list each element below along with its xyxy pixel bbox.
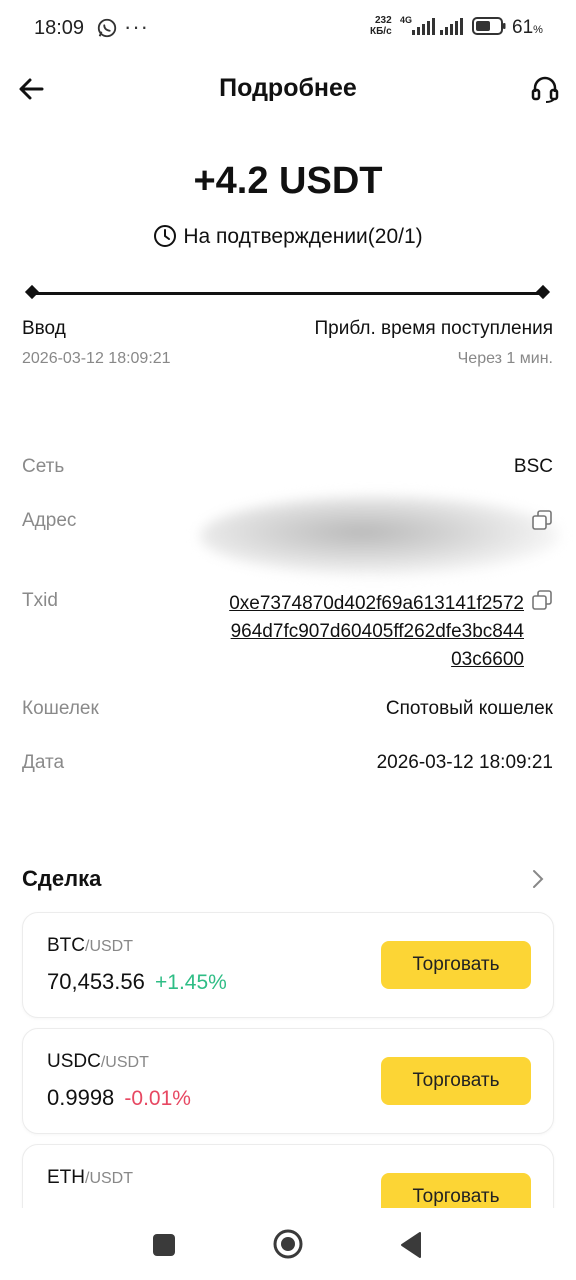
wallet-value: Спотовый кошелек [385,698,553,719]
more-notifications-icon: ··· [124,14,149,39]
pair-base: BTC [47,935,85,956]
pair-base: ETH [47,1167,85,1188]
signal-icon-2 [440,18,463,35]
pair-quote: /USDT [85,1170,133,1187]
clock-icon [154,225,177,247]
page-title: Подробнее [219,74,357,102]
whatsapp-icon [97,18,117,38]
pair-card-btc: BTC/USDT 70,453.56 +1.45% Торговать [22,912,554,1018]
net-speed-unit: КБ/с [370,26,392,37]
pair-price-row: 0.9998 -0.01% [47,1085,191,1111]
battery-icon [472,17,506,35]
status-time: 18:09 [34,17,85,39]
trade-button-usdc[interactable]: Торговать [381,1057,531,1105]
pair-quote: /USDT [85,938,133,955]
pair-name: ETH/USDT [47,1167,133,1189]
pair-price-row: 70,453.56 +1.45% [47,969,227,995]
progress-start-marker [24,284,40,300]
battery-percent-value: 61 [512,17,534,38]
home-icon[interactable] [272,1228,304,1260]
pair-price: 0.9998 [47,1085,115,1110]
date-label: Дата [22,752,65,773]
recents-icon[interactable] [153,1234,175,1256]
signal-icon [412,18,435,35]
trade-section-title: Сделка [22,866,102,891]
date-value: 2026-03-12 18:09:21 [376,752,553,773]
redacted-address [200,496,560,576]
pair-change: +1.45% [155,971,227,994]
network-label: Сеть [22,456,65,477]
wallet-label: Кошелек [22,698,99,719]
pair-card-usdc: USDC/USDT 0.9998 -0.01% Торговать [22,1028,554,1134]
progress-left-time: 2026-03-12 18:09:21 [22,350,171,367]
progress-right-time: Через 1 мин. [457,350,553,367]
back-triangle-icon[interactable] [398,1231,424,1259]
chevron-right-icon[interactable] [528,866,548,892]
pair-base: USDC [47,1051,101,1072]
copy-address-icon[interactable] [532,510,552,530]
progress-right-label: Прибл. время поступления [314,318,553,339]
address-label: Адрес [22,510,77,531]
headset-icon[interactable] [530,74,560,104]
pair-name: BTC/USDT [47,935,133,957]
network-type: 4G [400,15,413,25]
progress-left-label: Ввод [22,318,66,339]
pair-quote: /USDT [100,1054,149,1071]
pair-change: -0.01% [124,1087,191,1110]
battery-percent-unit: % [533,24,543,36]
pair-price: 70,453.56 [47,969,145,994]
status-bar: 18:09 ··· 232 КБ/с 4G 61% [0,0,576,56]
trade-button-btc[interactable]: Торговать [381,941,531,989]
net-speed: 232 КБ/с [370,15,392,37]
network-value: BSC [513,456,553,477]
txid-link[interactable]: 0xe7374870d402f69a613141f2572964d7fc907d… [224,590,524,674]
net-speed-value: 232 [374,15,392,26]
copy-txid-icon[interactable] [532,590,552,610]
txid-label: Txid [22,590,58,611]
battery-percent: 61% [512,17,543,39]
progress-end-marker [535,284,551,300]
pair-name: USDC/USDT [47,1051,149,1073]
status-text: На подтверждении(20/1) [183,225,423,248]
progress-track [32,292,544,295]
transaction-amount: +4.2 USDT [193,160,383,202]
transaction-status: На подтверждении(20/1) [0,224,576,249]
